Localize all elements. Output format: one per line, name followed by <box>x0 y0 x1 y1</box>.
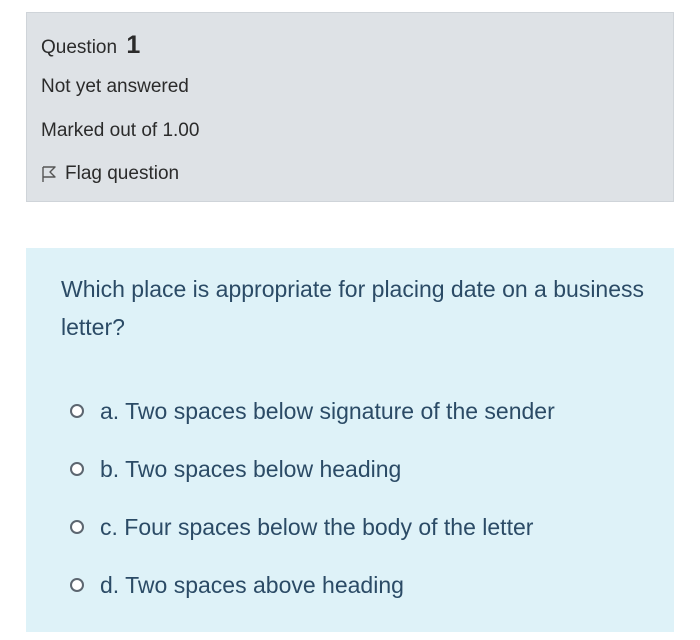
flag-question-label: Flag question <box>65 163 180 184</box>
radio-button[interactable] <box>70 578 84 592</box>
answer-option-c[interactable]: c. Four spaces below the body of the let… <box>70 498 555 556</box>
answer-label: c. Four spaces below the body of the let… <box>100 513 534 540</box>
radio-button[interactable] <box>70 404 84 418</box>
question-heading: Question 1 <box>41 31 140 60</box>
question-info-panel: Question 1 Not yet answered Marked out o… <box>26 12 674 202</box>
answer-label: a. Two spaces below signature of the sen… <box>100 397 555 424</box>
answer-option-a[interactable]: a. Two spaces below signature of the sen… <box>70 382 555 440</box>
question-number: 1 <box>126 31 141 59</box>
answer-option-b[interactable]: b. Two spaces below heading <box>70 440 555 498</box>
flag-icon <box>42 166 56 182</box>
question-state: Not yet answered <box>41 76 189 97</box>
radio-button[interactable] <box>70 462 84 476</box>
question-content-panel: Which place is appropriate for placing d… <box>26 248 674 632</box>
answer-list: a. Two spaces below signature of the sen… <box>70 382 555 614</box>
answer-option-d[interactable]: d. Two spaces above heading <box>70 556 555 614</box>
question-label: Question <box>41 37 118 58</box>
answer-label: d. Two spaces above heading <box>100 571 404 598</box>
answer-label: b. Two spaces below heading <box>100 455 402 482</box>
question-text: Which place is appropriate for placing d… <box>61 276 645 340</box>
question-grade: Marked out of 1.00 <box>41 120 200 141</box>
flag-question-link[interactable]: Flag question <box>41 163 179 185</box>
radio-button[interactable] <box>70 520 84 534</box>
